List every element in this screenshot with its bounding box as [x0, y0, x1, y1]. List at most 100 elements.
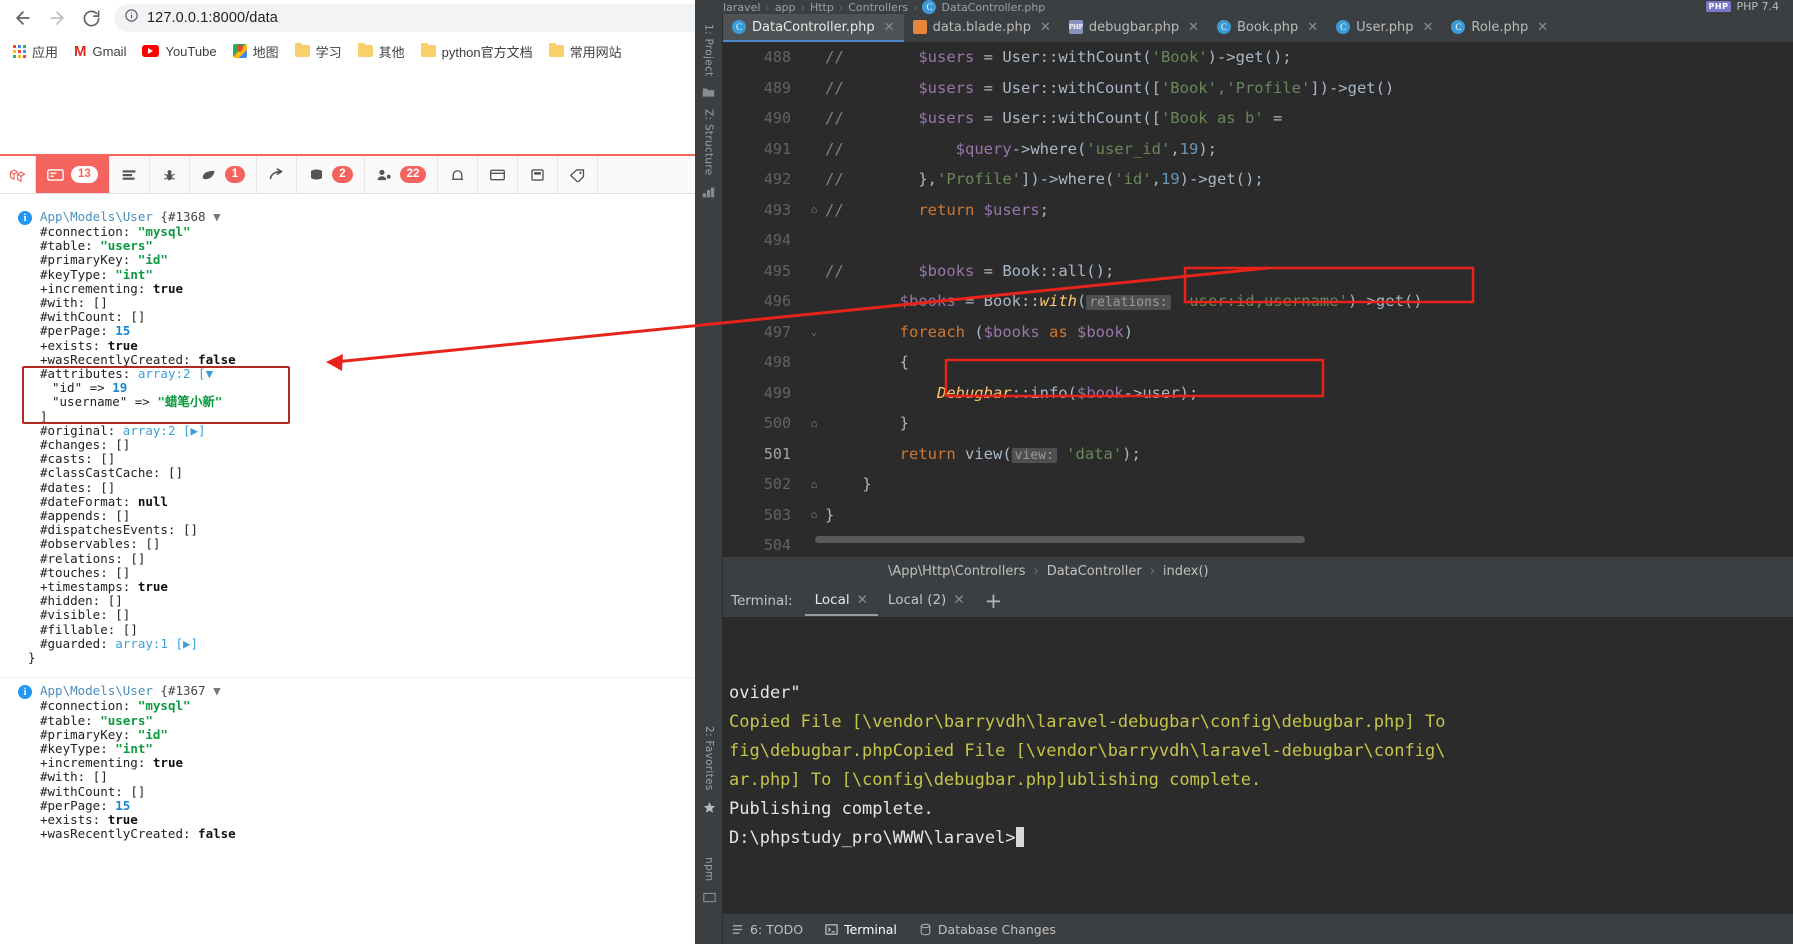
breadcrumb-seg[interactable]: Controllers	[848, 1, 908, 14]
close-icon[interactable]: ✕	[1422, 20, 1433, 35]
debugbar-tab-models[interactable]: 22	[365, 156, 439, 193]
line-number[interactable]: 497	[723, 323, 803, 341]
line-number[interactable]: 493	[723, 201, 803, 219]
status-item-todo[interactable]: 6: TODO	[731, 922, 803, 937]
line-number[interactable]: 496	[723, 292, 803, 310]
code-line[interactable]: 496 $books = Book::with(relations: 'user…	[723, 286, 1793, 317]
bookmark-folder-python-docs[interactable]: python官方文档	[414, 39, 540, 64]
navbar-seg-namespace[interactable]: \App\Http\Controllers	[888, 564, 1025, 579]
editor-tab-book[interactable]: C Book.php ✕	[1208, 14, 1327, 42]
bookmark-folder-study[interactable]: 学习	[288, 39, 349, 64]
code-line[interactable]: 495 // $books = Book::all();	[723, 256, 1793, 287]
close-icon[interactable]: ✕	[1537, 20, 1548, 35]
close-icon[interactable]: ✕	[953, 592, 964, 608]
close-icon[interactable]: ✕	[1307, 20, 1318, 35]
code-line[interactable]: 488 // $users = User::withCount('Book')->…	[723, 42, 1793, 73]
code-fold-icon[interactable]: ⌂	[803, 478, 825, 491]
line-number[interactable]: 495	[723, 262, 803, 280]
status-item-terminal[interactable]: Terminal	[825, 922, 897, 937]
bookmark-gmail[interactable]: M Gmail	[67, 41, 133, 62]
navbar-seg-class[interactable]: DataController	[1047, 564, 1142, 579]
code-line[interactable]: 502 ⌂ }	[723, 469, 1793, 500]
code-line[interactable]: 501 return view(view: 'data');	[723, 439, 1793, 470]
editor-tab-debugbar[interactable]: PHP debugbar.php ✕	[1060, 14, 1208, 42]
code-line[interactable]: 503 ⌂}	[723, 500, 1793, 531]
site-info-icon[interactable]	[124, 8, 139, 28]
code-line[interactable]: 504	[723, 530, 1793, 557]
bookmark-folder-other[interactable]: 其他	[351, 39, 412, 64]
editor-tab-role[interactable]: C Role.php ✕	[1442, 14, 1557, 42]
debugbar-tab-request[interactable]	[478, 156, 519, 193]
line-number[interactable]: 502	[723, 475, 803, 493]
editor-horizontal-scrollbar[interactable]	[815, 536, 1305, 543]
code-line[interactable]: 489 // $users = User::withCount(['Book','…	[723, 73, 1793, 104]
code-line[interactable]: 493 ⌂// return $users;	[723, 195, 1793, 226]
debugbar-tab-messages[interactable]: 13	[36, 156, 110, 193]
dump-toggle-icon[interactable]: ▼	[213, 209, 221, 224]
breadcrumb-seg[interactable]: Http	[810, 1, 834, 14]
breadcrumb-seg[interactable]: app	[775, 1, 796, 14]
debugbar-laravel-logo[interactable]	[0, 156, 36, 193]
editor-tab-user[interactable]: C User.php ✕	[1327, 14, 1442, 42]
code-line[interactable]: 490 // $users = User::withCount(['Book as…	[723, 103, 1793, 134]
bookmark-apps[interactable]: 应用	[6, 39, 65, 64]
code-fold-icon[interactable]: ⌄	[803, 325, 825, 338]
code-fold-icon[interactable]: ⌂	[803, 417, 825, 430]
editor-tab-datablade[interactable]: data.blade.php ✕	[904, 14, 1060, 42]
reload-icon[interactable]	[76, 3, 106, 33]
code-line[interactable]: 491 // $query->where('user_id',19);	[723, 134, 1793, 165]
bookmark-maps[interactable]: 地图	[226, 39, 286, 64]
rail-tool-project[interactable]: 1: Project	[703, 24, 715, 76]
add-terminal-icon[interactable]: +	[985, 590, 1003, 612]
debugbar-tab-labels[interactable]	[558, 156, 599, 193]
debugbar-tab-timeline[interactable]	[110, 156, 150, 193]
debugbar-tab-exceptions[interactable]	[150, 156, 190, 193]
php-version-badge[interactable]: PHP PHP 7.4	[1705, 0, 1779, 13]
back-arrow-icon[interactable]	[8, 3, 38, 33]
breadcrumb-seg[interactable]: laravel	[723, 1, 760, 14]
debugbar-messages-panel[interactable]: i App\Models\User {#1368 ▼ #connection: …	[0, 194, 795, 848]
dump-toggle-icon[interactable]: ▼	[213, 683, 221, 698]
close-icon[interactable]: ✕	[1188, 20, 1199, 35]
code-line[interactable]: 494	[723, 225, 1793, 256]
debugbar-tab-mails[interactable]	[438, 156, 479, 193]
code-fold-icon[interactable]: ⌂	[803, 203, 825, 216]
line-number[interactable]: 492	[723, 170, 803, 188]
close-icon[interactable]: ✕	[857, 592, 868, 608]
rail-tool-structure[interactable]: Z: Structure	[703, 109, 715, 176]
code-body[interactable]: 488// $users = User::withCount('Book')->…	[723, 42, 1793, 557]
line-number[interactable]: 494	[723, 231, 803, 249]
bookmark-folder-common-sites[interactable]: 常用网站	[542, 39, 629, 64]
code-line[interactable]: 500 ⌂ }	[723, 408, 1793, 439]
breadcrumb-seg[interactable]: DataController.php	[941, 1, 1045, 14]
rail-tool-favorites[interactable]: 2: Favorites	[703, 726, 715, 791]
line-number[interactable]: 504	[723, 536, 803, 554]
code-line[interactable]: 497 ⌄ foreach ($books as $book)	[723, 317, 1793, 348]
navbar-seg-method[interactable]: index()	[1163, 564, 1209, 579]
editor-tab-datacontroller[interactable]: C DataController.php ✕	[723, 14, 904, 42]
code-line[interactable]: 499 Debugbar::info($book->user);	[723, 378, 1793, 409]
terminal-output[interactable]: ovider" Copied File [\vendor\barryvdh\lar…	[723, 617, 1793, 914]
close-icon[interactable]: ✕	[884, 20, 895, 35]
address-bar[interactable]: 127.0.0.1:8000/data 文	[114, 4, 782, 32]
code-line[interactable]: 492 // },'Profile'])->where('id',19)->get…	[723, 164, 1793, 195]
rail-tool-npm[interactable]: npm	[703, 857, 715, 881]
line-number[interactable]: 489	[723, 79, 803, 97]
terminal-tab-local-2[interactable]: Local (2) ✕	[878, 587, 975, 616]
line-number[interactable]: 501	[723, 445, 803, 463]
line-number[interactable]: 499	[723, 384, 803, 402]
line-number[interactable]: 503	[723, 506, 803, 524]
debugbar-tab-session[interactable]	[518, 156, 559, 193]
close-icon[interactable]: ✕	[1040, 20, 1051, 35]
line-number[interactable]: 498	[723, 353, 803, 371]
debugbar-tab-views[interactable]: 1	[190, 156, 258, 193]
line-number[interactable]: 490	[723, 109, 803, 127]
line-number[interactable]: 500	[723, 414, 803, 432]
terminal-tab-local[interactable]: Local ✕	[804, 587, 878, 616]
code-fold-icon[interactable]: ⌂	[803, 508, 825, 521]
bookmark-youtube[interactable]: YouTube	[135, 41, 223, 62]
debugbar-tab-queries[interactable]: 2	[297, 156, 365, 193]
code-line[interactable]: 498 {	[723, 347, 1793, 378]
debugbar-tab-route[interactable]	[257, 156, 298, 193]
line-number[interactable]: 488	[723, 48, 803, 66]
